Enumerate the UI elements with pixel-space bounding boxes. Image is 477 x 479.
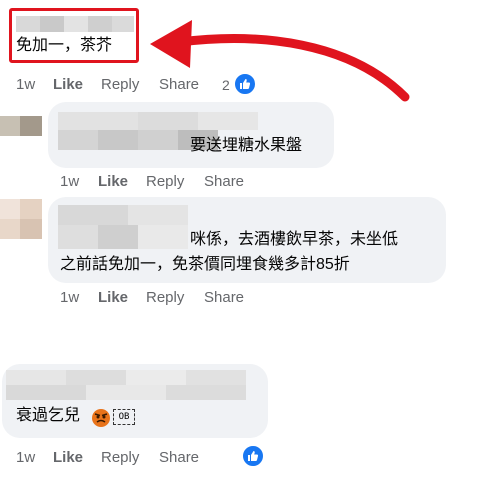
unknown-glyph-box: OB	[113, 409, 135, 425]
author-name-blurred[interactable]	[58, 205, 188, 249]
share-button[interactable]: Share	[204, 173, 244, 190]
comment-1: 免加一，茶芥 1w Like Reply Share 2	[0, 0, 477, 102]
thumbs-up-icon[interactable]	[233, 72, 257, 96]
unknown-glyph-text: OB	[118, 412, 130, 422]
timestamp[interactable]: 1w	[16, 449, 35, 466]
reaction-count[interactable]: 2	[222, 77, 230, 93]
comment-4: 衰過乞兒 OB 1w Like Reply Share	[0, 360, 477, 479]
reply-button[interactable]: Reply	[146, 173, 184, 190]
thumbs-up-icon[interactable]	[241, 444, 265, 468]
reply-button[interactable]: Reply	[101, 449, 139, 466]
timestamp[interactable]: 1w	[16, 76, 35, 93]
share-button[interactable]: Share	[159, 76, 199, 93]
comment-text-line-2: 之前話免加一，免茶價同埋食幾多計85折	[60, 256, 350, 273]
share-button[interactable]: Share	[159, 449, 199, 466]
angry-face-icon	[92, 409, 110, 427]
like-button[interactable]: Like	[98, 289, 128, 306]
comment-text: 要送埋糖水果盤	[190, 137, 303, 154]
like-button[interactable]: Like	[53, 76, 83, 93]
avatar[interactable]	[0, 116, 42, 136]
comment-2: 要送埋糖水果盤 1w Like Reply Share	[0, 100, 477, 195]
avatar[interactable]	[0, 199, 42, 239]
like-button[interactable]: Like	[98, 173, 128, 190]
comment-actions: 1w Like Reply Share	[16, 76, 316, 96]
comment-actions: 1w Like Reply Share	[60, 173, 320, 193]
reply-button[interactable]: Reply	[146, 289, 184, 306]
annotation-arrow	[150, 20, 410, 102]
author-name-blurred[interactable]	[6, 370, 246, 400]
reply-button[interactable]: Reply	[101, 76, 139, 93]
annotation-highlight-box	[9, 8, 139, 63]
comment-actions: 1w Like Reply Share	[16, 449, 276, 469]
timestamp[interactable]: 1w	[60, 173, 79, 190]
comment-3: 咪係，去酒樓飲早茶，未坐低 之前話免加一，免茶價同埋食幾多計85折 1w Lik…	[0, 195, 477, 320]
like-button[interactable]: Like	[53, 449, 83, 466]
share-button[interactable]: Share	[204, 289, 244, 306]
comment-actions: 1w Like Reply Share	[60, 289, 320, 309]
comment-text-line-1: 咪係，去酒樓飲早茶，未坐低	[190, 231, 399, 248]
timestamp[interactable]: 1w	[60, 289, 79, 306]
comment-text: 衰過乞兒	[16, 407, 81, 424]
